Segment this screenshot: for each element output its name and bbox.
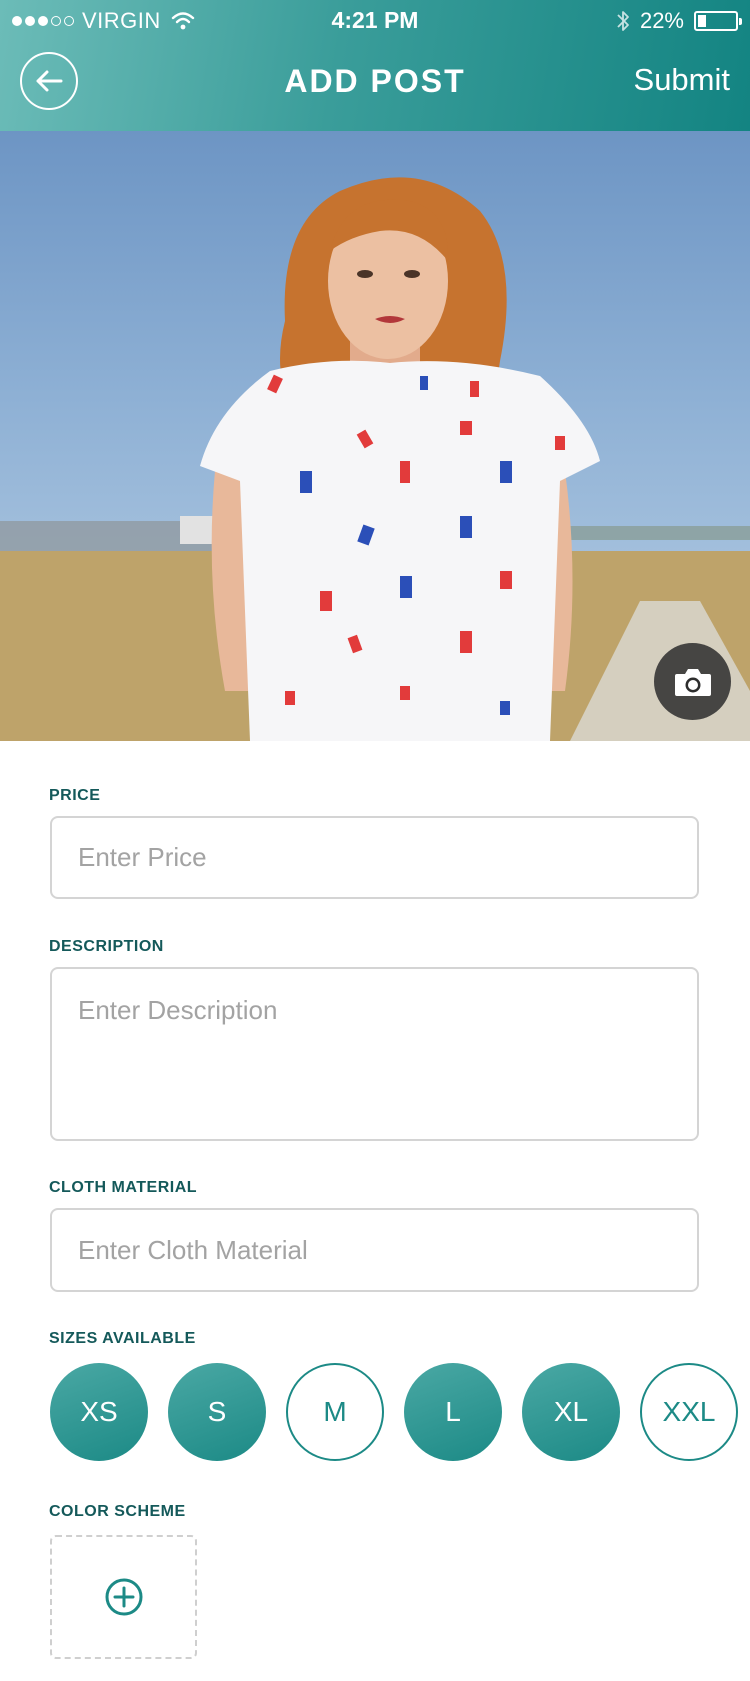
status-right: 22%: [616, 8, 742, 34]
model-photo-image: [0, 177, 750, 741]
cloth-material-label: CLOTH MATERIAL: [49, 1179, 198, 1196]
battery-icon: [694, 11, 742, 31]
size-chip-m[interactable]: M: [286, 1363, 384, 1461]
plus-circle-icon: [105, 1578, 142, 1616]
app-header: VIRGIN 4:21 PM 22% ADD POST Submit: [0, 0, 750, 131]
sizes-label: SIZES AVAILABLE: [49, 1330, 196, 1347]
cloth-material-input[interactable]: [50, 1208, 699, 1292]
price-label: PRICE: [49, 787, 101, 804]
size-chip-xxl[interactable]: XXL: [640, 1363, 738, 1461]
camera-icon: [674, 668, 711, 696]
battery-fill: [698, 15, 706, 27]
status-bar: VIRGIN 4:21 PM 22%: [0, 0, 750, 40]
size-selector: XS S M L XL XXL: [50, 1363, 750, 1463]
description-input[interactable]: [50, 967, 699, 1141]
size-chip-xl[interactable]: XL: [522, 1363, 620, 1461]
color-scheme-label: COLOR SCHEME: [49, 1503, 186, 1520]
bluetooth-icon: [617, 11, 629, 31]
product-photo: [0, 131, 750, 741]
change-photo-button[interactable]: [654, 643, 731, 720]
add-color-button[interactable]: [50, 1535, 197, 1659]
description-label: DESCRIPTION: [49, 938, 164, 955]
size-chip-l[interactable]: L: [404, 1363, 502, 1461]
size-chip-xs[interactable]: XS: [50, 1363, 148, 1461]
submit-button[interactable]: Submit: [634, 62, 730, 98]
size-chip-s[interactable]: S: [168, 1363, 266, 1461]
battery-percent: 22%: [639, 8, 684, 33]
price-input[interactable]: [50, 816, 699, 899]
